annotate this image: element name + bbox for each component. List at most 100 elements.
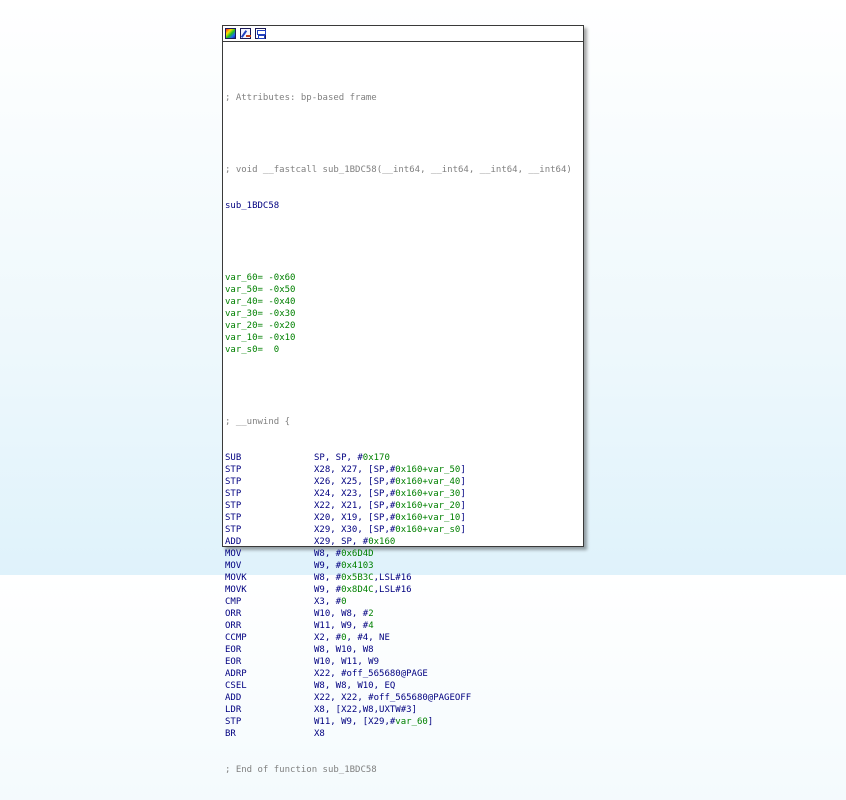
instruction-line[interactable]: CMP X3, #0 (225, 596, 572, 608)
operand-constant: 0x160+var_10 (395, 513, 461, 523)
mnemonic: SUB (225, 453, 242, 463)
operand-constant: 0x160+var_20 (395, 501, 461, 511)
stack-var-line: var_s0= 0 (225, 344, 572, 356)
stack-var-name[interactable]: var_60 (225, 273, 258, 283)
operand: ] (460, 513, 466, 523)
operand: W9, # (314, 561, 342, 571)
instruction-line[interactable]: EOR W10, W11, W9 (225, 656, 572, 668)
operand-constant: 0x160+var_40 (395, 477, 461, 487)
instruction-list: SUB SP, SP, #0x170 STP X28, X27, [SP,#0x160… (225, 452, 572, 740)
operand-constant: 0 (341, 597, 347, 607)
mnemonic: STP (225, 465, 242, 475)
stack-var-name[interactable]: var_20 (225, 321, 258, 331)
instruction-line[interactable]: EOR W8, W10, W8 (225, 644, 572, 656)
instruction-line[interactable]: ORR W11, W9, #4 (225, 620, 572, 632)
operand: X28, X27, [SP,# (314, 465, 396, 475)
operand-constant: 0x8D4C (341, 585, 374, 595)
mnemonic: ORR (225, 609, 242, 619)
mnemonic: EOR (225, 657, 242, 667)
operand: ,LSL#16 (373, 585, 412, 595)
instruction-line[interactable]: SUB SP, SP, #0x170 (225, 452, 572, 464)
instruction-line[interactable]: STP X24, X23, [SP,#0x160+var_30] (225, 488, 572, 500)
instruction-line[interactable]: STP X22, X21, [SP,#0x160+var_20] (225, 500, 572, 512)
stack-var-offset: = 0 (257, 345, 280, 355)
mnemonic: MOV (225, 549, 242, 559)
instruction-line[interactable]: BR X8 (225, 728, 572, 740)
operand: X29, SP, # (314, 537, 369, 547)
stack-vars: var_60= -0x60 var_50= -0x50 var_40= -0x40 v… (225, 272, 572, 356)
operand: ] (460, 501, 466, 511)
attributes-comment: ; Attributes: bp-based frame (225, 93, 377, 103)
instruction-line[interactable]: MOV W8, #0x6D4D (225, 548, 572, 560)
instruction-line[interactable]: STP X26, X25, [SP,#0x160+var_40] (225, 476, 572, 488)
instruction-line[interactable]: ADRP X22, #off_565680@PAGE (225, 668, 572, 680)
operand-constant: 0x160+var_30 (395, 489, 461, 499)
instruction-line[interactable]: STP X28, X27, [SP,#0x160+var_50] (225, 464, 572, 476)
mnemonic: MOVK (225, 585, 247, 595)
disassembly-listing[interactable]: ; Attributes: bp-based frame ; void __fa… (225, 68, 572, 800)
mnemonic: MOVK (225, 573, 247, 583)
stack-var-name[interactable]: var_50 (225, 285, 258, 295)
stack-var-name[interactable]: var_30 (225, 309, 258, 319)
operand: W11, W9, # (314, 621, 369, 631)
instruction-line[interactable]: MOV W9, #0x4103 (225, 560, 572, 572)
node-titlebar (223, 26, 583, 42)
operand: X22, #off_565680@PAGE (314, 669, 428, 679)
operand: W8, # (314, 549, 342, 559)
stack-var-name[interactable]: var_s0 (225, 345, 258, 355)
stack-var-name[interactable]: var_10 (225, 333, 258, 343)
operand: SP, SP, # (314, 453, 363, 463)
instruction-line[interactable]: ORR W10, W8, #2 (225, 608, 572, 620)
operand: X20, X19, [SP,# (314, 513, 396, 523)
instruction-line[interactable]: MOVK W8, #0x5B3C,LSL#16 (225, 572, 572, 584)
stack-var-name[interactable]: var_40 (225, 297, 258, 307)
stack-var-offset: = -0x50 (257, 285, 296, 295)
operand: ] (460, 465, 466, 475)
mnemonic: STP (225, 513, 242, 523)
instruction-line[interactable]: STP X29, X30, [SP,#0x160+var_s0] (225, 524, 572, 536)
stack-var-offset: = -0x60 (257, 273, 296, 283)
stack-var-offset: = -0x30 (257, 309, 296, 319)
instruction-line[interactable]: MOVK W9, #0x8D4C,LSL#16 (225, 584, 572, 596)
mnemonic: CMP (225, 597, 242, 607)
stack-var-line: var_40= -0x40 (225, 296, 572, 308)
instruction-line[interactable]: STP X20, X19, [SP,#0x160+var_10] (225, 512, 572, 524)
mnemonic: ADRP (225, 669, 247, 679)
rename-node-icon[interactable] (240, 28, 251, 39)
disassembly-graph-node[interactable]: ; Attributes: bp-based frame ; void __fa… (222, 25, 584, 775)
instruction-line[interactable]: LDR X8, [X22,W8,UXTW#3] (225, 704, 572, 716)
operand: ] (427, 717, 434, 727)
operand: ] (460, 525, 466, 535)
operand: ] (460, 477, 466, 487)
operand-constant: 0x160+var_50 (395, 465, 461, 475)
end-function-comment: ; End of function sub_1BDC58 (225, 765, 377, 775)
operand-constant: 0x160 (368, 537, 396, 547)
function-name[interactable]: sub_1BDC58 (225, 200, 572, 212)
operand: X22, X22, #off_565680@PAGEOFF (314, 693, 472, 703)
group-nodes-icon[interactable] (255, 28, 266, 39)
stack-var-line: var_30= -0x30 (225, 308, 572, 320)
operand: ] (460, 489, 466, 499)
mnemonic: STP (225, 525, 242, 535)
operand: X8 (314, 729, 325, 739)
instruction-line[interactable]: ADD X29, SP, #0x160 (225, 536, 572, 548)
mnemonic: STP (225, 501, 242, 511)
instruction-line[interactable]: CCMP X2, #0, #4, NE (225, 632, 572, 644)
operand: X22, X21, [SP,# (314, 501, 396, 511)
mnemonic: STP (225, 489, 242, 499)
unwind-comment: ; __unwind { (225, 417, 291, 427)
stack-var-offset: = -0x20 (257, 321, 296, 331)
operand: W11, W9, [X29,# (314, 717, 396, 727)
operand: X29, X30, [SP,# (314, 525, 396, 535)
mnemonic: EOR (225, 645, 242, 655)
operand-constant: 4 (368, 621, 374, 631)
operand: W10, W11, W9 (314, 657, 380, 667)
instruction-line[interactable]: ADD X22, X22, #off_565680@PAGEOFF (225, 692, 572, 704)
operand: X26, X25, [SP,# (314, 477, 396, 487)
instruction-line[interactable]: CSEL W8, W8, W10, EQ (225, 680, 572, 692)
operand-constant: 0x170 (362, 453, 390, 463)
mnemonic: LDR (225, 705, 242, 715)
instruction-line[interactable]: STP W11, W9, [X29,#var_60] (225, 716, 572, 728)
set-node-color-icon[interactable] (225, 28, 236, 39)
